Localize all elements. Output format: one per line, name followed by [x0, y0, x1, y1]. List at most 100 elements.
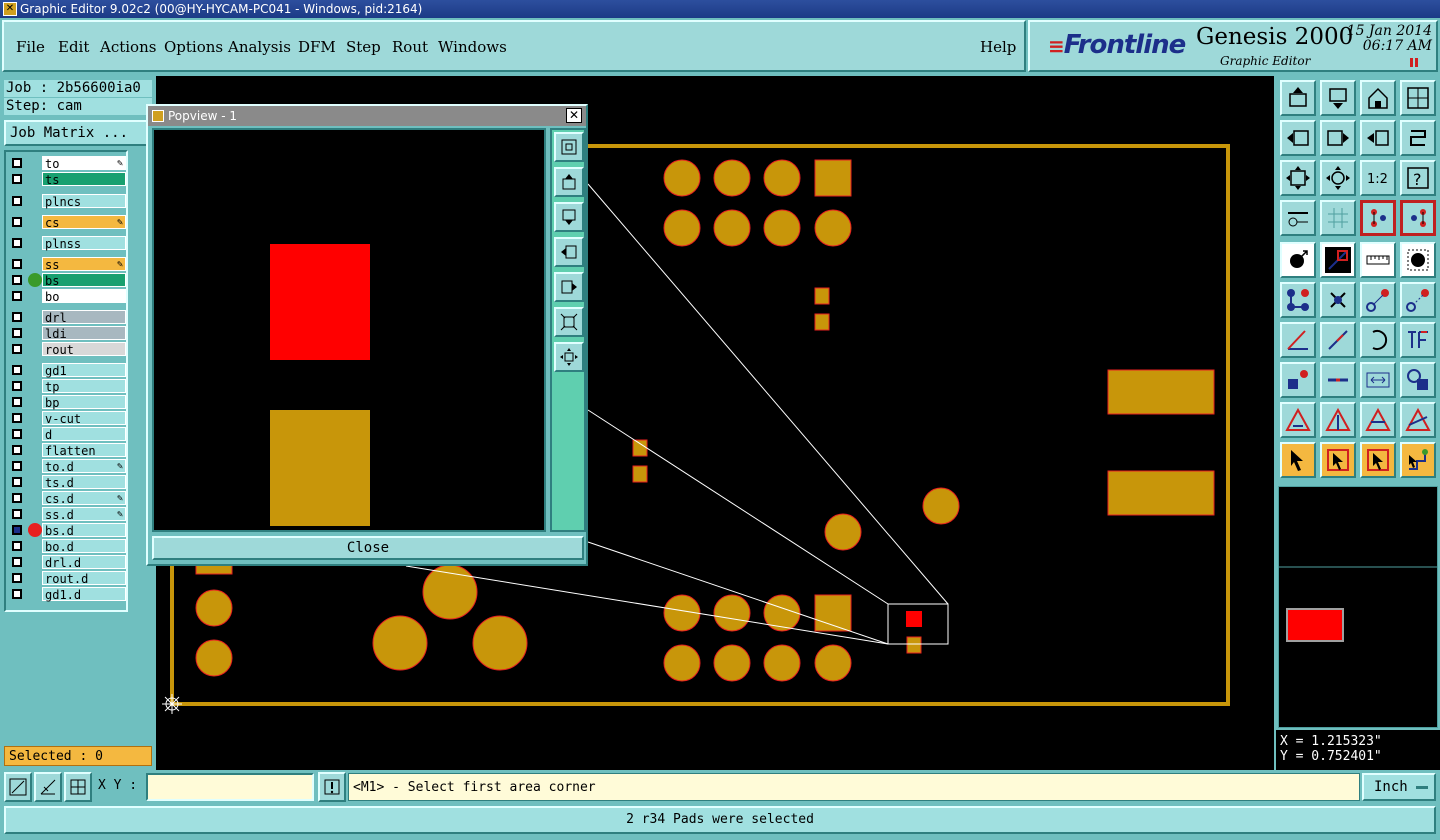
layer-name[interactable]: to ✎: [42, 156, 126, 171]
job-matrix-button[interactable]: Job Matrix ...: [4, 120, 152, 146]
layer-name[interactable]: rout: [42, 342, 126, 357]
split-line-button[interactable]: [1320, 362, 1356, 398]
overview-map[interactable]: [1278, 486, 1438, 728]
layer-row-ldi[interactable]: ldi: [8, 326, 126, 341]
measure-button[interactable]: [4, 772, 32, 802]
snap-button[interactable]: [34, 772, 62, 802]
layer-name[interactable]: ss.d ✎: [42, 507, 126, 522]
triangle-d-button[interactable]: [1400, 402, 1436, 438]
layer-row-to-d[interactable]: to.d ✎: [8, 459, 126, 474]
layer-name[interactable]: flatten: [42, 443, 126, 458]
zoom-center-button[interactable]: [1320, 160, 1356, 196]
layer-row-gd1-d[interactable]: gd1.d: [8, 587, 126, 602]
query-button[interactable]: ?: [1400, 160, 1436, 196]
pan-up-button[interactable]: [1280, 80, 1316, 116]
layer-name[interactable]: to.d ✎: [42, 459, 126, 474]
popview-pan-left-button[interactable]: [554, 237, 584, 267]
pointer-button[interactable]: [1280, 442, 1316, 478]
layer-row-cs[interactable]: cs ✎: [8, 215, 126, 230]
layer-checkbox[interactable]: [12, 275, 22, 285]
layer-row-ts-d[interactable]: ts.d: [8, 475, 126, 490]
layer-name[interactable]: rout.d: [42, 571, 126, 586]
layer-row-bo-d[interactable]: bo.d: [8, 539, 126, 554]
layer-name[interactable]: gd1.d: [42, 587, 126, 602]
feature-select-button[interactable]: [1280, 242, 1316, 278]
layer-name[interactable]: bo: [42, 289, 126, 304]
pan-forward-button[interactable]: [1400, 120, 1436, 156]
arc-draw-button[interactable]: [1360, 322, 1396, 358]
home-button[interactable]: [1360, 80, 1396, 116]
pan-right-button[interactable]: [1320, 120, 1356, 156]
layer-checkbox[interactable]: [12, 365, 22, 375]
layer-row-drl-d[interactable]: drl.d: [8, 555, 126, 570]
grid-snap-button[interactable]: [64, 772, 92, 802]
menu-file[interactable]: File: [16, 38, 45, 56]
popview-title-bar[interactable]: Popview - 1 ✕: [148, 106, 586, 126]
layer-checkbox[interactable]: [12, 217, 22, 227]
layer-checkbox[interactable]: [12, 397, 22, 407]
pointer-box-button[interactable]: [1320, 442, 1356, 478]
layer-checkbox[interactable]: [12, 196, 22, 206]
layer-checkbox[interactable]: [12, 461, 22, 471]
popview-close-button[interactable]: Close: [152, 536, 584, 560]
menu-step[interactable]: Step: [346, 38, 381, 56]
popview-zoom-center-button[interactable]: [554, 342, 584, 372]
layer-row-ss[interactable]: ss ✎: [8, 257, 126, 272]
layer-name[interactable]: v-cut: [42, 411, 126, 426]
text-tool-button[interactable]: [1400, 322, 1436, 358]
menu-rout[interactable]: Rout: [392, 38, 428, 56]
layer-checkbox[interactable]: [12, 238, 22, 248]
layer-row-cs-d[interactable]: cs.d ✎: [8, 491, 126, 506]
popview-pan-right-button[interactable]: [554, 272, 584, 302]
layer-checkbox[interactable]: [12, 509, 22, 519]
alert-button[interactable]: [318, 772, 346, 802]
layer-stack-button[interactable]: [1360, 200, 1396, 236]
layer-name[interactable]: bs: [42, 273, 126, 288]
layer-name[interactable]: ts: [42, 172, 126, 187]
layer-checkbox[interactable]: [12, 174, 22, 184]
layer-name[interactable]: bp: [42, 395, 126, 410]
layer-checkbox[interactable]: [12, 158, 22, 168]
popview-pan-down-button[interactable]: [554, 202, 584, 232]
layer-name[interactable]: plncs: [42, 194, 126, 209]
layer-row-plncs[interactable]: plncs: [8, 194, 126, 209]
layer-checkbox[interactable]: [12, 493, 22, 503]
pad-tool-button[interactable]: [1400, 242, 1436, 278]
units-select[interactable]: Inch: [1362, 773, 1436, 801]
layer-row-d[interactable]: d: [8, 427, 126, 442]
layer-row-gd1[interactable]: gd1: [8, 363, 126, 378]
line-draw-button[interactable]: [1320, 322, 1356, 358]
triangle-a-button[interactable]: [1280, 402, 1316, 438]
layer-name[interactable]: bs.d: [42, 523, 126, 538]
layer-row-plnss[interactable]: plnss: [8, 236, 126, 251]
layer-row-rout[interactable]: rout: [8, 342, 126, 357]
measure-gap-button[interactable]: [1360, 362, 1396, 398]
angle-line-button[interactable]: [1280, 322, 1316, 358]
layer-name[interactable]: drl: [42, 310, 126, 325]
layer-checkbox[interactable]: [12, 525, 22, 535]
popview-zoom-fit-button[interactable]: [554, 307, 584, 337]
layer-row-bp[interactable]: bp: [8, 395, 126, 410]
triangle-b-button[interactable]: [1320, 402, 1356, 438]
xy-input[interactable]: [146, 773, 314, 801]
menu-windows[interactable]: Windows: [438, 38, 507, 56]
popview-close-icon[interactable]: ✕: [566, 108, 582, 123]
layer-checkbox[interactable]: [12, 557, 22, 567]
menu-analysis[interactable]: Analysis: [228, 38, 291, 56]
copy-feature-button[interactable]: [1400, 282, 1436, 318]
layer-row-bs[interactable]: bs: [8, 273, 126, 288]
layer-checkbox[interactable]: [12, 573, 22, 583]
menu-dfm[interactable]: DFM: [298, 38, 336, 56]
zoom-fit-button[interactable]: [1280, 160, 1316, 196]
layer-checkbox[interactable]: [12, 312, 22, 322]
cut-tool-button[interactable]: [1320, 242, 1356, 278]
layer-row-flatten[interactable]: flatten: [8, 443, 126, 458]
layer-name[interactable]: cs.d ✎: [42, 491, 126, 506]
layer-checkbox[interactable]: [12, 291, 22, 301]
layer-name[interactable]: bo.d: [42, 539, 126, 554]
pan-back-button[interactable]: [1360, 120, 1396, 156]
layer-checkbox[interactable]: [12, 445, 22, 455]
layer-checkbox[interactable]: [12, 381, 22, 391]
layer-row-ss-d[interactable]: ss.d ✎: [8, 507, 126, 522]
layer-checkbox[interactable]: [12, 429, 22, 439]
